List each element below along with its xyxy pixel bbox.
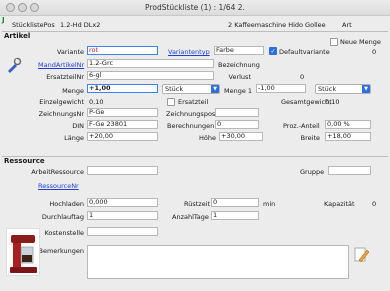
hoehe-label: Höhe (199, 134, 216, 142)
neue-menge-checkbox[interactable] (330, 38, 338, 46)
gruppe-input[interactable] (328, 166, 371, 175)
hochladen-label: Hochladen (49, 200, 84, 208)
anzahltage-input[interactable]: 1 (211, 211, 259, 220)
variantentyp-link[interactable]: Variantentyp (168, 48, 210, 56)
din-label: DIN (72, 122, 84, 130)
ruestzeit-input[interactable]: 0 (211, 198, 259, 207)
hoehe-input[interactable]: +30,00 (219, 132, 263, 141)
prozanteil-label: Proz.-Anteil (283, 122, 320, 130)
kapazitaet-value: 0 (372, 200, 377, 208)
hochladen-input[interactable]: 0,000 (87, 198, 158, 207)
ressource-section-title: Ressource (4, 157, 45, 165)
prozanteil-input[interactable]: 0,00 % (325, 120, 371, 129)
anzahltage-label: AnzahlTage (172, 213, 209, 221)
chevron-down-icon: ▼ (362, 85, 370, 93)
arbeitressource-label: ArbeitRessource (31, 168, 84, 176)
ersatzteil-checkbox[interactable] (167, 98, 175, 106)
menge-unit-value: Stück (165, 85, 184, 93)
menge1-label: Menge 1 (224, 87, 253, 95)
kostenstelle-input[interactable] (87, 227, 158, 236)
edit-tool-icon[interactable] (6, 57, 22, 73)
durchlauf-input[interactable]: 1 (87, 211, 158, 220)
laenge-input[interactable]: +20,00 (87, 132, 158, 141)
artikel-section-title: Artikel (4, 32, 31, 40)
menge1-unit-select[interactable]: Stück ▼ (315, 84, 371, 94)
variante-input[interactable]: rot (87, 46, 158, 55)
ersatzteilnr-input[interactable]: 6-gl (87, 71, 214, 80)
defaultvariante-label: Defaultvariante (279, 48, 330, 56)
breite-label: Breite (300, 134, 320, 142)
laenge-label: Länge (64, 134, 84, 142)
product-image (6, 228, 40, 276)
artikel-divider (2, 31, 388, 32)
einzelgewicht-value: 0,10 (89, 98, 104, 106)
neue-menge-value: 0 (372, 48, 377, 56)
bezeichnung-label: Bezeichnung (218, 61, 260, 69)
gesamtgewicht-value: 0,10 (325, 98, 340, 106)
zeichnungspos-input[interactable] (215, 108, 259, 117)
menge1-unit-value: Stück (318, 85, 337, 93)
menge-label: Menge (62, 87, 84, 95)
variante-label: Variante (56, 48, 84, 56)
verlust-value: 0 (300, 73, 305, 81)
breite-input[interactable]: +18,00 (325, 132, 371, 141)
zeichnungsnr-input[interactable]: P-Ge (87, 108, 158, 117)
einzelgewicht-label: Einzelgewicht (39, 98, 84, 106)
art-label: Art (342, 21, 352, 29)
stueckliste-label: StücklistePos (12, 21, 55, 29)
verlust-label: Verlust (228, 73, 251, 81)
menge-unit-select[interactable]: Stück ▼ (162, 84, 220, 94)
din-input[interactable]: F-Ge 23801 (87, 120, 158, 129)
ruestzeit-label: Rüstzeit (184, 200, 211, 208)
ersatzteil-label: Ersatzteil (178, 98, 209, 106)
neue-menge-label: Neue Menge (340, 38, 381, 46)
variantentyp-input[interactable]: Farbe (214, 46, 264, 55)
menge-input[interactable]: +1,00 (87, 84, 158, 93)
ressource-divider (2, 156, 388, 157)
arbeitressource-input[interactable] (87, 166, 158, 175)
window-title: ProdStückliste (1) : 1/64 2. (145, 3, 245, 12)
stueckliste-value: 1.2-Hd DLx2 (60, 21, 101, 29)
min-label: min (263, 200, 276, 208)
zeichnungsnr-label: ZeichnungsNr (38, 110, 84, 118)
durchlauf-label: Durchlauftag (41, 213, 84, 221)
product-name: 2 Kaffeemaschine Hido Gollee (228, 21, 326, 29)
menge1-input[interactable]: -1,00 (256, 84, 306, 93)
chevron-down-icon: ▼ (211, 85, 219, 93)
kapazitaet-label: Kapazität (324, 200, 355, 208)
berechnungen-label: Berechnungen (167, 122, 215, 130)
record-marker: J (2, 16, 5, 24)
zeichnungspos-label: Zeichnungspos (166, 110, 216, 118)
window-titlebar: ProdStückliste (1) : 1/64 2. (0, 0, 390, 16)
notes-edit-icon[interactable] (354, 246, 370, 264)
defaultvariante-checkbox[interactable]: ✓ (269, 47, 277, 55)
gruppe-label: Gruppe (300, 168, 325, 176)
ersatzteilnr-label: ErsatzteilNr (46, 73, 84, 81)
mandartikelnr-input[interactable]: 1.2-Grc (87, 59, 214, 68)
mandartikelnr-link[interactable]: MandArtikelNr (38, 61, 84, 69)
ressourcenr-link[interactable]: RessourceNr (38, 182, 79, 190)
bemerkungen-textarea[interactable] (87, 245, 349, 279)
berechnungen-input[interactable]: 0 (215, 120, 259, 129)
